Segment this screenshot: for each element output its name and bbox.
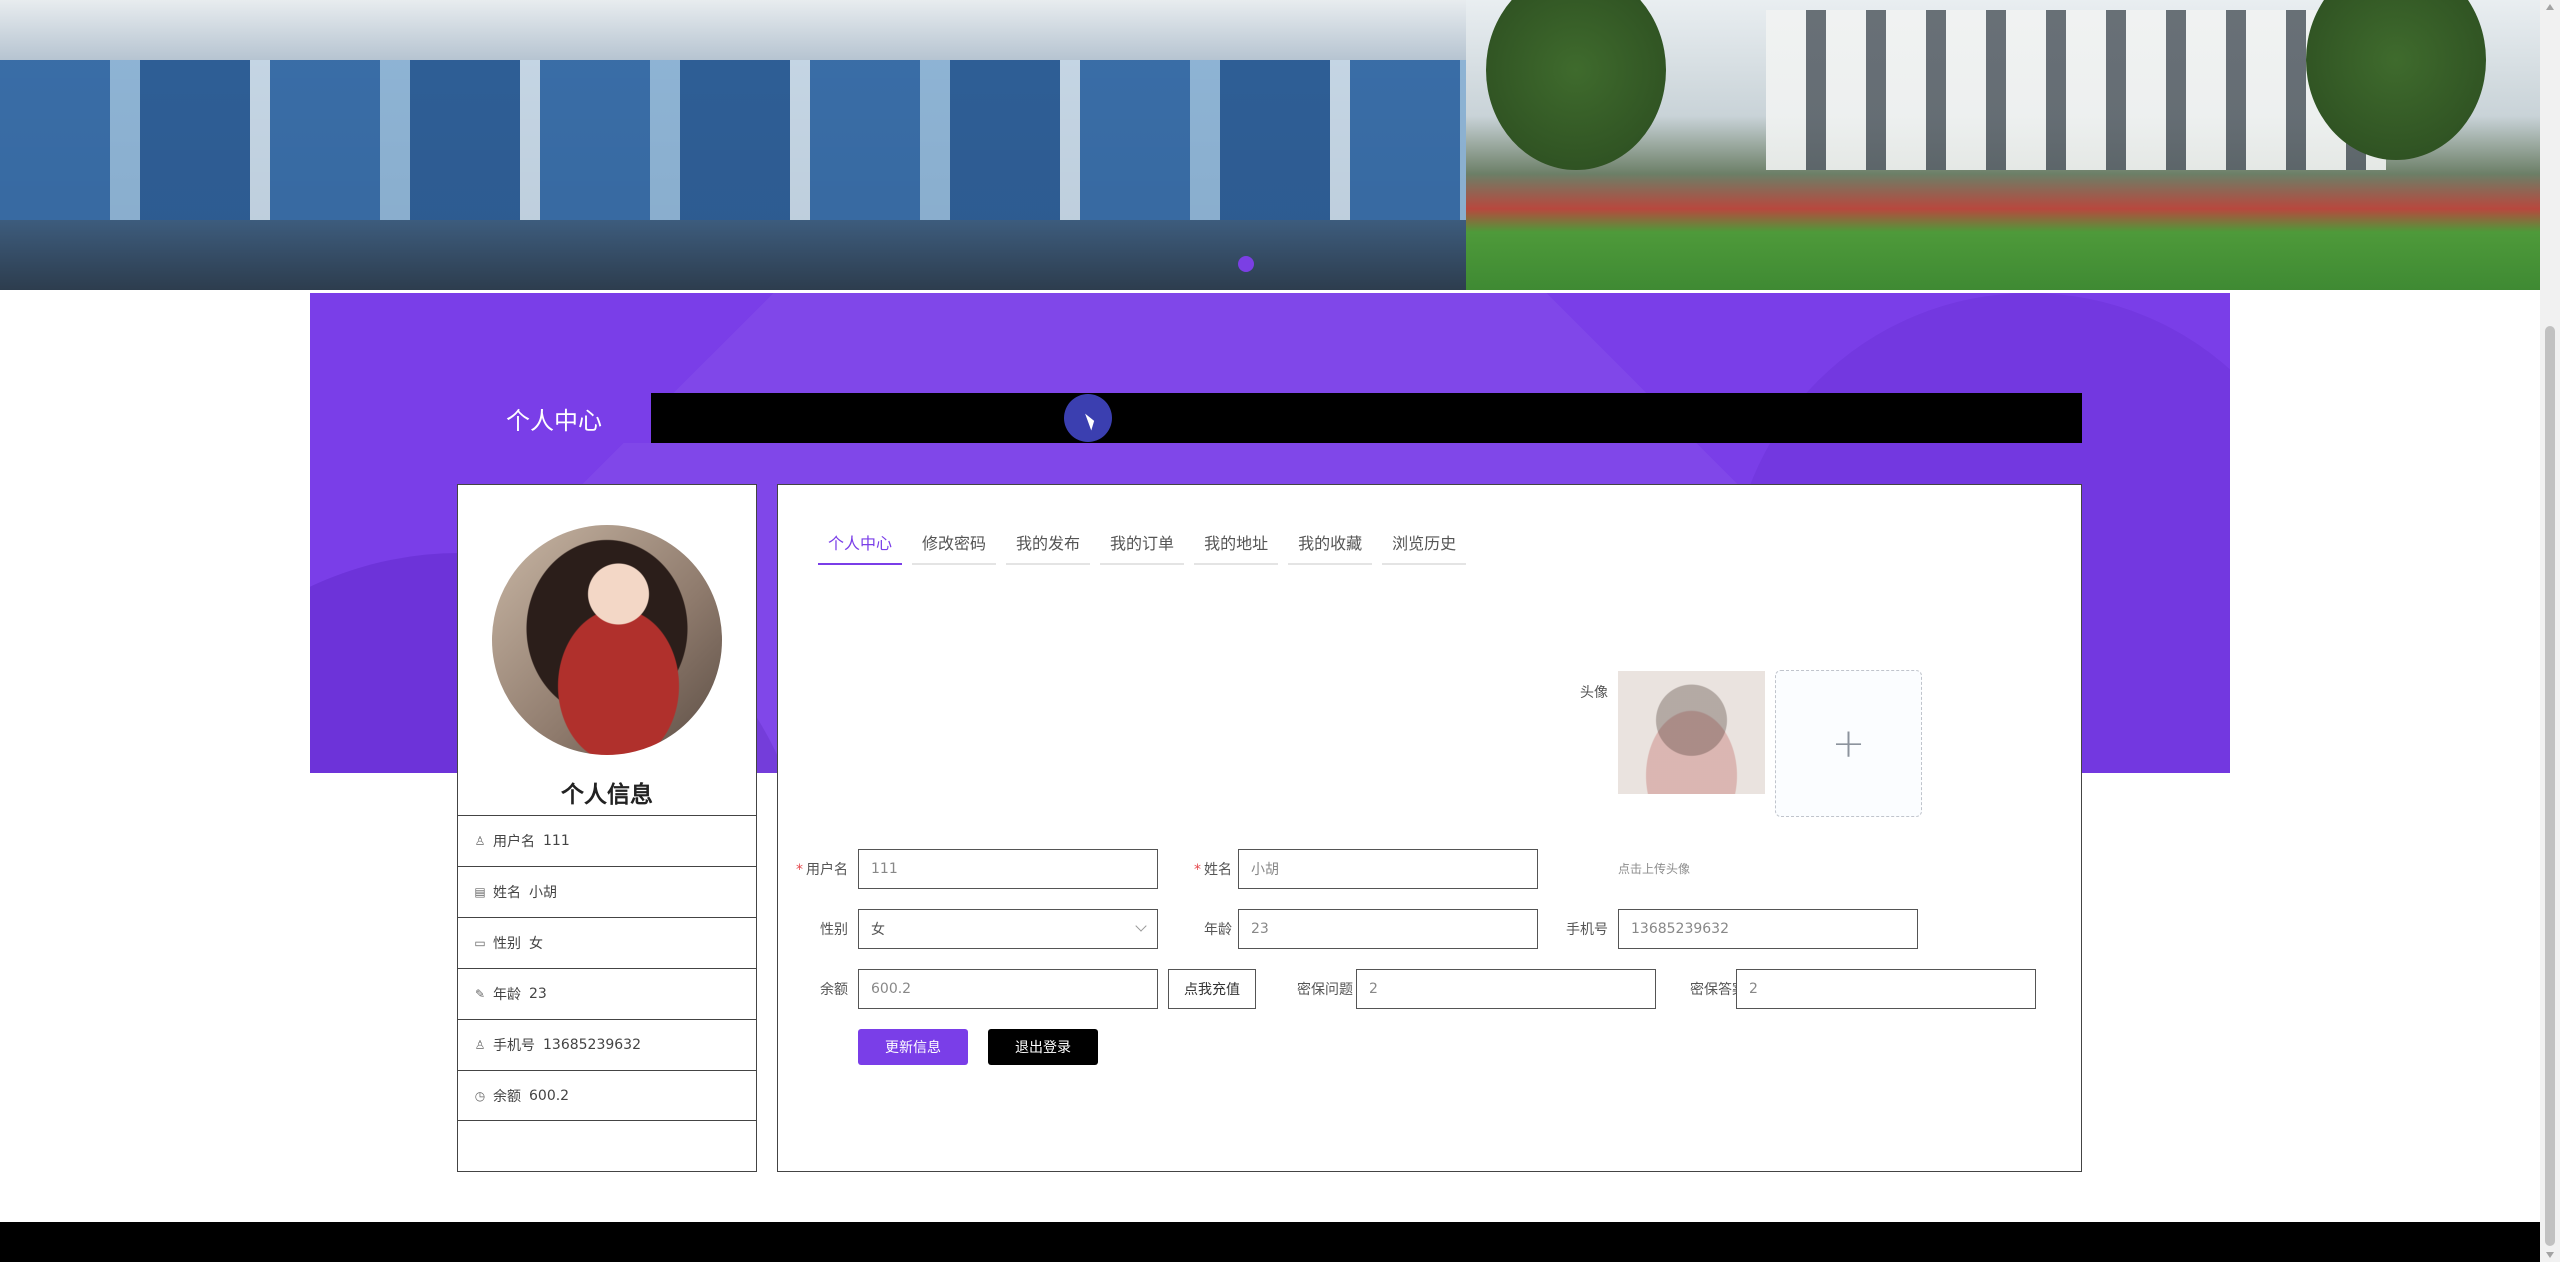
edit-icon: ✎ (474, 987, 486, 1001)
recharge-button[interactable]: 点我充值 (1168, 969, 1256, 1009)
security-answer-label: 密保答案 (1690, 982, 1746, 998)
tab-browse-history[interactable]: 浏览历史 (1382, 521, 1467, 565)
info-value: 女 (529, 936, 543, 952)
security-question-label: 密保问题 (1297, 982, 1353, 998)
info-row-name: ▤ 姓名 小胡 (458, 866, 756, 917)
avatar-label: 头像 (1580, 685, 1608, 701)
tab-my-favorites[interactable]: 我的收藏 (1288, 521, 1373, 565)
footer (0, 1222, 2540, 1262)
info-label: 姓名 (493, 885, 521, 901)
security-question-input[interactable]: 2 (1356, 969, 1656, 1009)
tab-my-orders[interactable]: 我的订单 (1100, 521, 1185, 565)
user-icon: ♙ (474, 1038, 486, 1052)
info-row-age: ✎ 年龄 23 (458, 968, 756, 1019)
user-icon: ♙ (474, 834, 486, 848)
gender-label: 性别 (820, 922, 848, 938)
carousel-indicator-dot[interactable] (1238, 256, 1254, 272)
logout-button[interactable]: 退出登录 (988, 1029, 1098, 1065)
gender-select[interactable]: 女 (858, 909, 1158, 949)
tab-bar: 个人中心 修改密码 我的发布 我的订单 我的地址 我的收藏 浏览历史 (818, 521, 1467, 565)
username-label-text: 用户名 (806, 862, 848, 878)
gender-select-value: 女 (871, 922, 885, 938)
banner-carousel[interactable] (0, 0, 2540, 290)
info-value: 111 (543, 833, 570, 849)
info-value: 23 (529, 986, 547, 1002)
clock-icon: ◷ (474, 1088, 486, 1103)
tab-my-address[interactable]: 我的地址 (1194, 521, 1279, 565)
info-value: 600.2 (529, 1087, 570, 1104)
tab-change-password[interactable]: 修改密码 (912, 521, 997, 565)
info-label: 手机号 (493, 1038, 535, 1054)
avatar-upload-button[interactable]: + (1775, 670, 1922, 817)
username-input[interactable]: 111 (858, 849, 1158, 889)
banner-image-campus (1466, 0, 2540, 290)
chat-icon: ▭ (474, 936, 486, 950)
name-label-text: 姓名 (1204, 862, 1232, 878)
age-input[interactable]: 23 (1238, 909, 1538, 949)
section-title-bar (457, 393, 2082, 443)
campus-building (1766, 10, 2386, 170)
profile-heading: 个人信息 (561, 782, 653, 808)
chevron-down-icon (1135, 920, 1147, 932)
plus-icon: + (1831, 720, 1866, 767)
scroll-thumb[interactable] (2545, 326, 2555, 1246)
phone-input[interactable]: 13685239632 (1618, 909, 1918, 949)
avatar (492, 525, 722, 755)
balance-label: 余额 (820, 982, 848, 998)
info-label: 年龄 (493, 987, 521, 1003)
name-label: * 姓名 (1194, 862, 1232, 878)
profile-info-list: ♙ 用户名 111 ▤ 姓名 小胡 ▭ 性别 女 ✎ 年龄 23 ♙ 手机号 1… (458, 815, 756, 1121)
scroll-down-icon[interactable] (2546, 1252, 2554, 1258)
info-row-gender: ▭ 性别 女 (458, 917, 756, 968)
profile-panel: 个人信息 ♙ 用户名 111 ▤ 姓名 小胡 ▭ 性别 女 ✎ 年龄 23 ♙ … (457, 484, 757, 1172)
name-input[interactable]: 小胡 (1238, 849, 1538, 889)
update-info-button[interactable]: 更新信息 (858, 1029, 968, 1065)
security-answer-input[interactable]: 2 (1736, 969, 2036, 1009)
tab-my-posts[interactable]: 我的发布 (1006, 521, 1091, 565)
info-value: 13685239632 (543, 1037, 641, 1053)
info-value: 小胡 (529, 885, 557, 901)
phone-label: 手机号 (1566, 922, 1608, 938)
page-scrollbar[interactable] (2540, 0, 2560, 1262)
profile-form-panel: 个人中心 修改密码 我的发布 我的订单 我的地址 我的收藏 浏览历史 头像 + … (777, 484, 2082, 1172)
avatar-preview (1618, 671, 1765, 794)
section-title: 个人中心 (457, 393, 651, 443)
banner-image-classroom (0, 0, 1466, 290)
info-row-username: ♙ 用户名 111 (458, 815, 756, 866)
tab-personal-center[interactable]: 个人中心 (818, 521, 903, 565)
info-row-phone: ♙ 手机号 13685239632 (458, 1019, 756, 1070)
scroll-up-icon[interactable] (2546, 4, 2554, 10)
info-row-balance: ◷ 余额 600.2 (458, 1070, 756, 1121)
balance-input[interactable]: 600.2 (858, 969, 1158, 1009)
age-label: 年龄 (1204, 922, 1232, 938)
info-label: 性别 (493, 936, 521, 952)
upload-hint[interactable]: 点击上传头像 (1618, 860, 1690, 877)
info-label: 余额 (493, 1088, 521, 1105)
id-card-icon: ▤ (474, 885, 486, 899)
info-label: 用户名 (493, 834, 535, 850)
tree (1486, 0, 1666, 170)
username-label: * 用户名 (796, 862, 848, 878)
